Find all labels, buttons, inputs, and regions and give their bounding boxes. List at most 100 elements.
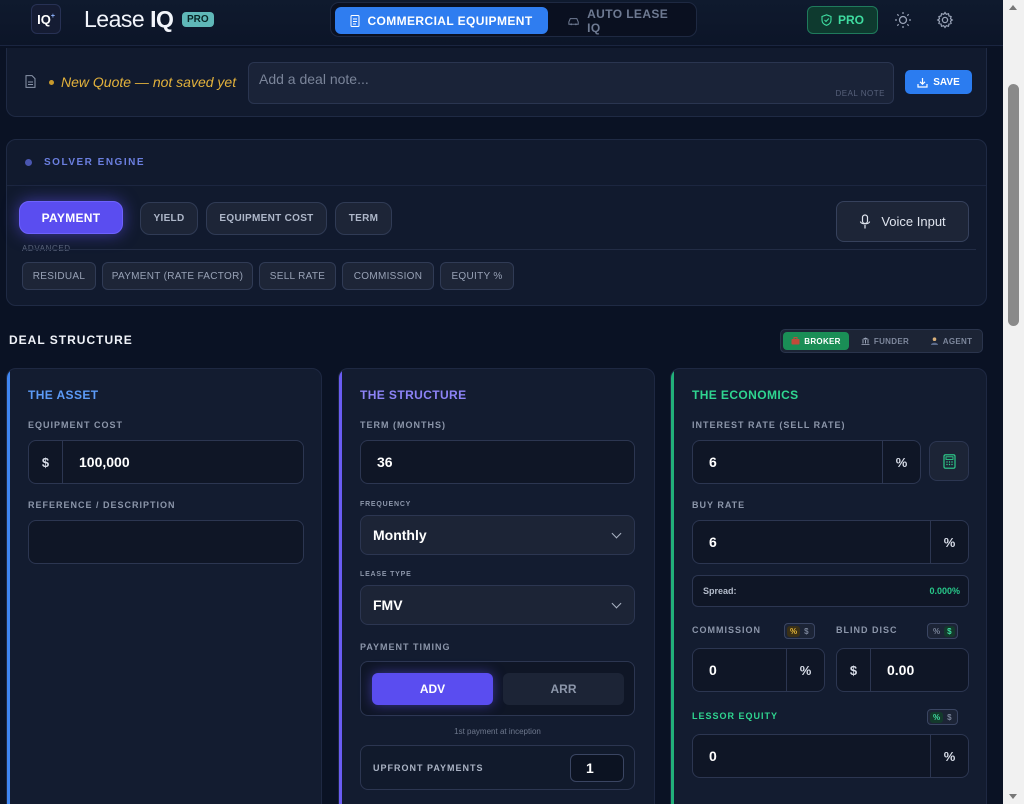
role-broker[interactable]: BROKER [783, 332, 849, 350]
app-logo[interactable]: IQ + [31, 4, 61, 34]
save-button[interactable]: SAVE [905, 70, 972, 94]
solve-for-residual[interactable]: RESIDUAL [22, 262, 96, 290]
unsaved-dot [49, 79, 54, 85]
tab-commercial-equipment-label: COMMERCIAL EQUIPMENT [367, 13, 533, 28]
term-field[interactable]: 36 [360, 440, 635, 484]
upfront-payments-row: UPFRONT PAYMENTS 1 [360, 745, 635, 790]
lessor-equity-field[interactable]: 0 % [692, 734, 969, 778]
rate-calculator-button[interactable] [929, 441, 969, 481]
role-agent[interactable]: AGENT [921, 332, 981, 350]
spread-label: Spread: [703, 586, 737, 596]
structure-panel: THE STRUCTURE TERM (MONTHS) 36 FREQUENCY… [338, 368, 655, 804]
quote-status-text: New Quote — not saved yet [61, 74, 237, 90]
payment-timing-toggle: ADV ARR [360, 661, 635, 716]
deal-note-tag: DEAL NOTE [835, 89, 885, 98]
solve-for-equity[interactable]: EQUITY % [440, 262, 514, 290]
microphone-icon [860, 213, 871, 228]
save-label: SAVE [933, 76, 960, 88]
asset-title: THE ASSET [28, 388, 99, 402]
equipment-cost-label: EQUIPMENT COST [28, 420, 124, 430]
lessor-equity-label: LESSOR EQUITY [692, 711, 779, 721]
commission-label: COMMISSION [692, 625, 762, 635]
frequency-select[interactable]: Monthly [360, 515, 635, 555]
scrollbar-thumb[interactable] [1008, 84, 1019, 326]
blind-disc-percent-option[interactable]: % [930, 626, 943, 637]
commission-percent-option[interactable]: % [787, 625, 801, 637]
pro-status-button[interactable]: PRO [807, 6, 878, 34]
upfront-payments-label: UPFRONT PAYMENTS [373, 763, 484, 773]
economics-title: THE ECONOMICS [692, 388, 799, 402]
role-broker-label: BROKER [804, 336, 841, 346]
interest-rate-label: INTEREST RATE (SELL RATE) [692, 420, 846, 430]
timing-advance-button[interactable]: ADV [372, 673, 493, 705]
equipment-cost-field[interactable]: $ 100,000 [28, 440, 304, 484]
solve-for-commission[interactable]: COMMISSION [342, 262, 434, 290]
scroll-up-arrow[interactable] [1009, 5, 1017, 10]
asset-panel: THE ASSET EQUIPMENT COST $ 100,000 REFER… [6, 368, 322, 804]
equity-unit-toggle[interactable]: % $ [927, 709, 958, 725]
document-icon [350, 14, 360, 27]
percent-suffix: % [882, 441, 920, 483]
solve-for-sell-rate[interactable]: SELL RATE [259, 262, 336, 290]
commission-value: 0 [709, 662, 717, 678]
buy-rate-value: 6 [709, 534, 717, 550]
blind-disc-label: BLIND DISC [836, 625, 898, 635]
reference-description-field[interactable] [28, 520, 304, 564]
blind-disc-unit-toggle[interactable]: % $ [927, 623, 958, 639]
timing-arrears-button[interactable]: ARR [503, 673, 624, 705]
scroll-down-arrow[interactable] [1009, 794, 1017, 799]
equity-dollar-option[interactable]: $ [944, 712, 954, 723]
economics-panel: THE ECONOMICS INTEREST RATE (SELL RATE) … [670, 368, 987, 804]
solve-for-payment[interactable]: PAYMENT [19, 201, 123, 234]
term-value: 36 [377, 454, 393, 470]
solve-for-term[interactable]: TERM [335, 202, 392, 235]
solve-for-rate-factor[interactable]: PAYMENT (RATE FACTOR) [102, 262, 253, 290]
calculator-icon [942, 453, 956, 469]
top-bar: IQ + Lease IQ PRO COMMERCIAL EQUIPMENT AU… [0, 0, 1003, 46]
voice-input-button[interactable]: Voice Input [836, 201, 969, 242]
deal-note-input[interactable]: Add a deal note... DEAL NOTE [248, 62, 894, 104]
tab-auto-lease-iq[interactable]: AUTO LEASE IQ [553, 7, 693, 35]
chevron-down-icon [611, 598, 622, 608]
lease-type-select[interactable]: FMV [360, 585, 635, 625]
buy-rate-field[interactable]: 6 % [692, 520, 969, 564]
upfront-payments-input[interactable]: 1 [570, 754, 624, 782]
advanced-divider [22, 249, 976, 250]
pro-status-label: PRO [837, 13, 864, 27]
percent-suffix: % [930, 521, 968, 563]
solve-for-yield[interactable]: YIELD [140, 202, 198, 235]
save-icon [917, 77, 928, 88]
shield-check-icon [821, 14, 832, 26]
tab-commercial-equipment[interactable]: COMMERCIAL EQUIPMENT [335, 7, 548, 34]
spread-value: 0.000% [929, 586, 960, 596]
gear-icon[interactable] [935, 10, 955, 30]
payment-timing-label: PAYMENT TIMING [360, 642, 451, 652]
chevron-down-icon [611, 528, 622, 538]
agent-icon [930, 337, 938, 345]
role-agent-label: AGENT [942, 336, 973, 346]
percent-suffix: % [786, 649, 824, 691]
blind-disc-field[interactable]: $ 0.00 [836, 648, 969, 692]
role-funder[interactable]: FUNDER [855, 332, 915, 350]
frequency-value: Monthly [373, 527, 427, 543]
currency-prefix: $ [837, 649, 871, 691]
pro-badge: PRO [182, 12, 214, 27]
interest-rate-field[interactable]: 6 % [692, 440, 921, 484]
spread-readout: Spread: 0.000% [692, 575, 969, 607]
solve-for-equipment-cost[interactable]: EQUIPMENT COST [206, 202, 327, 235]
frequency-label: FREQUENCY [360, 501, 412, 508]
deal-note-placeholder: Add a deal note... [259, 71, 369, 87]
role-funder-label: FUNDER [873, 336, 910, 346]
commission-field[interactable]: 0 % [692, 648, 825, 692]
equipment-cost-value: 100,000 [79, 454, 130, 470]
equity-percent-option[interactable]: % [930, 711, 944, 723]
theme-toggle-icon[interactable] [893, 10, 913, 30]
deal-note-bar: New Quote — not saved yet Add a deal not… [6, 48, 987, 117]
blind-disc-dollar-option[interactable]: $ [944, 625, 955, 637]
briefcase-icon [791, 337, 800, 345]
quote-status: New Quote — not saved yet [49, 74, 236, 90]
lease-type-label: LEASE TYPE [360, 571, 412, 578]
commission-unit-toggle[interactable]: % $ [784, 623, 815, 639]
timing-hint: 1st payment at inception [454, 727, 541, 736]
commission-dollar-option[interactable]: $ [801, 626, 811, 637]
